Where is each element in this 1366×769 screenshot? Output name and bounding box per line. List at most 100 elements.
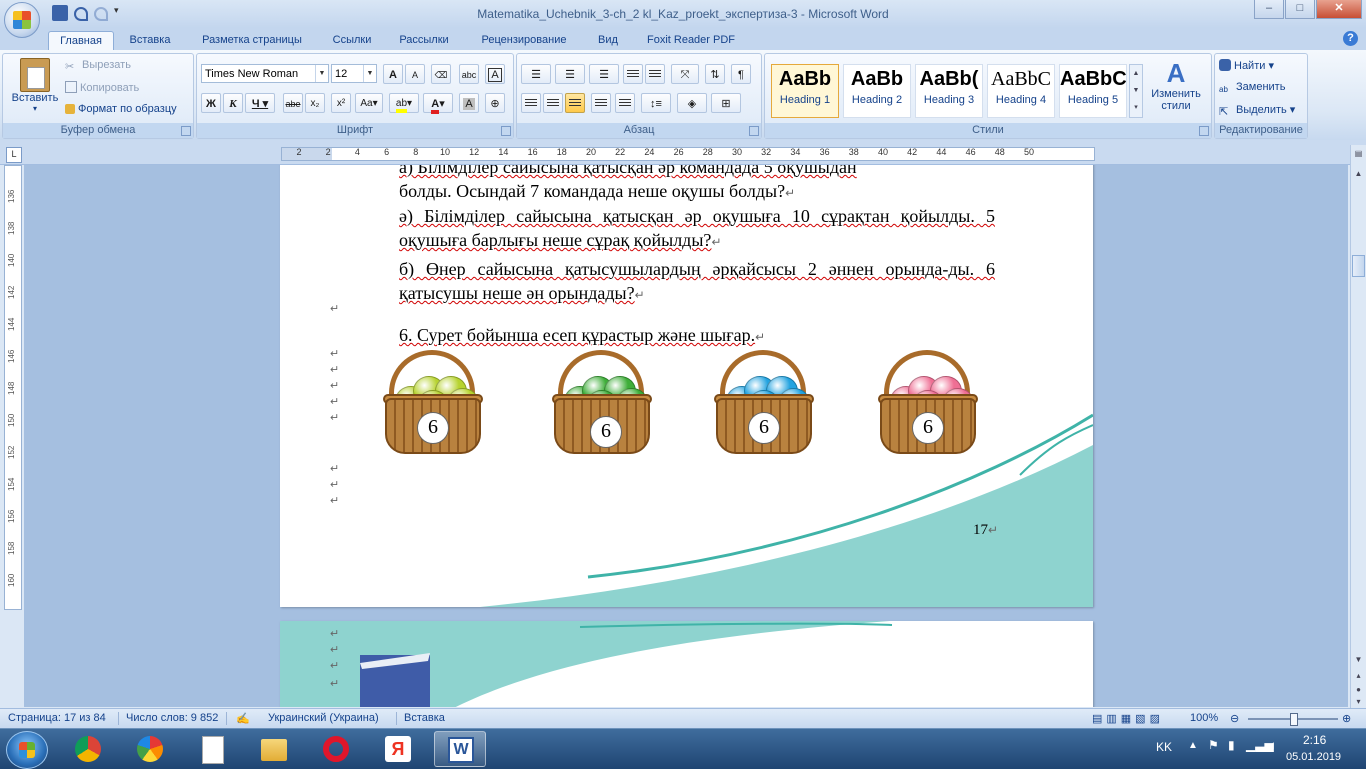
zoom-in-icon[interactable]: ⊕ xyxy=(1342,712,1351,725)
close-button[interactable]: ✕ xyxy=(1316,0,1362,19)
style-heading-1[interactable]: AaBb Heading 1 xyxy=(771,64,839,118)
sort-button[interactable]: ⇅ xyxy=(705,64,725,84)
char-shading-button[interactable]: A xyxy=(459,93,479,113)
clear-formatting-button[interactable]: ⌫ xyxy=(431,64,451,84)
document-page-next[interactable]: ↵ ↵ ↵ ↵ xyxy=(280,621,1093,707)
vertical-scrollbar[interactable]: ▤ ▲ ▼ ▴ ● ▾ xyxy=(1350,145,1366,708)
align-right-button[interactable] xyxy=(565,93,585,113)
superscript-button[interactable]: x² xyxy=(331,93,351,113)
justify-button[interactable] xyxy=(591,93,611,113)
style-heading-4[interactable]: AaBbC Heading 4 xyxy=(987,64,1055,118)
font-color-button[interactable]: A▾ xyxy=(423,93,453,114)
shading-button[interactable]: ◈ xyxy=(677,93,707,113)
word-count[interactable]: Число слов: 9 852 xyxy=(126,712,218,724)
select-button[interactable]: ⇱ Выделить ▾ xyxy=(1219,103,1295,118)
document-taskbar-item[interactable] xyxy=(186,731,238,767)
tab-view[interactable]: Вид xyxy=(590,31,626,50)
basket-image[interactable]: 6 xyxy=(878,350,978,458)
yandex-taskbar-item[interactable]: Я xyxy=(372,731,424,767)
maximize-button[interactable]: □ xyxy=(1285,0,1315,19)
find-button[interactable]: Найти ▾ xyxy=(1219,59,1274,72)
ruler-toggle-icon[interactable]: ▤ xyxy=(1352,147,1365,160)
view-buttons-icon[interactable]: ▤▥▦▧▨ xyxy=(1092,712,1164,725)
scroll-up-icon[interactable]: ▲ xyxy=(1352,167,1365,180)
style-heading-2[interactable]: AaBb Heading 2 xyxy=(843,64,911,118)
borders-button[interactable]: ⊞ xyxy=(711,93,741,113)
styles-scroll[interactable]: ▲ ▼ ▾ xyxy=(1129,64,1143,118)
cut-button[interactable]: ✂ Вырезать xyxy=(65,59,131,73)
basket-image[interactable]: 6 xyxy=(552,350,652,458)
tab-references[interactable]: Ссылки xyxy=(324,31,380,50)
page-counter[interactable]: Страница: 17 из 84 xyxy=(8,712,106,724)
next-page-icon[interactable]: ▾ xyxy=(1352,695,1365,708)
help-icon[interactable]: ? xyxy=(1343,31,1358,46)
basket-image[interactable]: 6 xyxy=(714,350,814,458)
zoom-level[interactable]: 100% xyxy=(1190,712,1218,724)
tab-selector-icon[interactable]: L xyxy=(6,147,22,163)
flag-icon[interactable]: ⚑ xyxy=(1208,738,1219,752)
bullets-button[interactable]: ☰ xyxy=(521,64,551,84)
tab-foxit[interactable]: Foxit Reader PDF xyxy=(636,31,746,50)
clock-time[interactable]: 2:16 xyxy=(1303,733,1326,747)
language-indicator[interactable]: Украинский (Украина) xyxy=(268,712,379,724)
office-button[interactable] xyxy=(4,2,40,38)
network-icon[interactable]: ▮ xyxy=(1228,738,1235,752)
align-center-button[interactable] xyxy=(543,93,563,113)
char-border-button[interactable]: A xyxy=(485,64,505,84)
dialog-launcher-icon[interactable] xyxy=(749,126,759,136)
tab-page-layout[interactable]: Разметка страницы xyxy=(190,31,314,50)
shrink-font-button[interactable]: A xyxy=(405,64,425,84)
prev-page-icon[interactable]: ▴ xyxy=(1352,669,1365,682)
show-marks-button[interactable]: ¶ xyxy=(731,64,751,84)
start-button[interactable] xyxy=(6,731,48,769)
copy-button[interactable]: Копировать xyxy=(65,81,139,94)
style-heading-5[interactable]: AaBbC Heading 5 xyxy=(1059,64,1127,118)
font-size-select[interactable]: 12 ▼ xyxy=(331,64,377,83)
tray-expand-icon[interactable]: ▲ xyxy=(1188,740,1198,751)
increase-indent-button[interactable] xyxy=(645,64,665,84)
replace-button[interactable]: ab Заменить xyxy=(1219,81,1285,97)
clock-date[interactable]: 05.01.2019 xyxy=(1286,751,1341,763)
bold-button[interactable]: Ж xyxy=(201,93,221,113)
basket-image[interactable]: 6 xyxy=(383,350,483,458)
scroll-thumb[interactable] xyxy=(1352,255,1365,277)
insert-mode[interactable]: Вставка xyxy=(404,712,445,724)
opera-taskbar-item[interactable] xyxy=(310,731,362,767)
document-area[interactable]: а) Білімділер сайысына қатысқан әр коман… xyxy=(24,165,1348,707)
line-spacing-button[interactable]: ↕≡ xyxy=(641,93,671,113)
italic-button[interactable]: К xyxy=(223,93,243,113)
strikethrough-button[interactable]: abe xyxy=(283,93,303,113)
dialog-launcher-icon[interactable] xyxy=(1199,126,1209,136)
picasa-taskbar-item[interactable] xyxy=(124,731,176,767)
tab-review[interactable]: Рецензирование xyxy=(468,31,580,50)
numbering-button[interactable]: ☰ xyxy=(555,64,585,84)
proofing-icon[interactable]: ✍ xyxy=(236,712,250,725)
explorer-taskbar-item[interactable] xyxy=(248,731,300,767)
enclose-chars-button[interactable]: ⊕ xyxy=(485,93,505,113)
phonetic-guide-button[interactable]: abc xyxy=(459,64,479,84)
paste-button[interactable]: Вставить ▾ xyxy=(7,58,63,113)
input-language[interactable]: KK xyxy=(1156,740,1172,754)
scroll-down-icon[interactable]: ▼ xyxy=(1352,653,1365,666)
grow-font-button[interactable]: A xyxy=(383,64,403,84)
font-family-select[interactable]: Times New Roman ▼ xyxy=(201,64,329,83)
dialog-launcher-icon[interactable] xyxy=(501,126,511,136)
multilevel-list-button[interactable]: ☰ xyxy=(589,64,619,84)
minimize-button[interactable]: – xyxy=(1254,0,1284,19)
zoom-out-icon[interactable]: ⊖ xyxy=(1230,712,1239,725)
dialog-launcher-icon[interactable] xyxy=(181,126,191,136)
change-styles-button[interactable]: A Изменить стили xyxy=(1145,58,1207,112)
tab-home[interactable]: Главная xyxy=(48,31,114,51)
style-heading-3[interactable]: AaBb( Heading 3 xyxy=(915,64,983,118)
highlight-button[interactable]: ab▾ xyxy=(389,93,419,113)
asian-layout-button[interactable]: ⤧ xyxy=(671,64,699,84)
document-page[interactable]: а) Білімділер сайысына қатысқан әр коман… xyxy=(280,165,1093,607)
volume-icon[interactable]: 🔈︎ xyxy=(1270,738,1277,753)
tab-insert[interactable]: Вставка xyxy=(120,31,180,50)
format-painter-button[interactable]: Формат по образцу xyxy=(65,103,177,115)
chrome-taskbar-item[interactable] xyxy=(62,731,114,767)
underline-button[interactable]: Ч ▾ xyxy=(245,93,275,113)
zoom-slider-thumb[interactable] xyxy=(1290,713,1298,726)
align-left-button[interactable] xyxy=(521,93,541,113)
distributed-button[interactable] xyxy=(615,93,635,113)
